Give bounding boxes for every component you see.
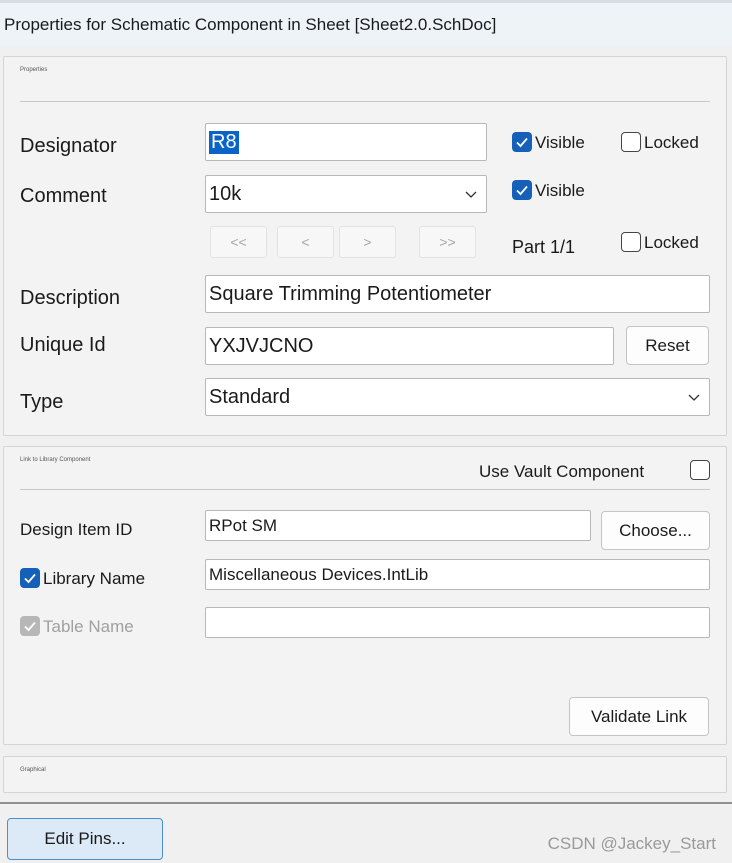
- validate-link-button[interactable]: Validate Link: [569, 697, 709, 736]
- designator-visible-label: Visible: [535, 133, 585, 152]
- part-first-button[interactable]: <<: [210, 226, 267, 258]
- unique-id-label: Unique Id: [20, 334, 106, 356]
- library-name-label: Library Name: [43, 569, 146, 588]
- choose-button[interactable]: Choose...: [601, 511, 710, 550]
- comment-label: Comment: [20, 185, 107, 207]
- library-link-group-title: Link to Library Component: [20, 457, 91, 463]
- properties-group-title: Properties: [20, 67, 48, 73]
- title-bar: Properties for Schematic Component in Sh…: [0, 0, 732, 46]
- type-label: Type: [20, 391, 64, 413]
- comment-visible-label: Visible: [535, 181, 585, 200]
- part-prev-button[interactable]: <: [277, 226, 334, 258]
- library-name-input[interactable]: Miscellaneous Devices.IntLib: [205, 559, 710, 590]
- chevron-down-icon: [465, 191, 477, 198]
- design-item-id-value: RPot SM: [209, 515, 278, 535]
- unique-id-input[interactable]: YXJVJCNO: [205, 327, 614, 365]
- edit-pins-button[interactable]: Edit Pins...: [7, 818, 163, 860]
- comment-value: 10k: [209, 182, 242, 205]
- part-locked-label: Locked: [644, 233, 699, 252]
- part-locked-checkbox[interactable]: [621, 232, 641, 252]
- library-link-divider: [20, 489, 710, 490]
- library-name-value: Miscellaneous Devices.IntLib: [209, 564, 429, 584]
- type-value: Standard: [209, 385, 291, 408]
- library-name-checkbox[interactable]: [20, 568, 40, 588]
- designator-locked-checkbox[interactable]: [621, 132, 641, 152]
- part-last-button[interactable]: >>: [419, 226, 476, 258]
- chevron-down-icon: [688, 394, 700, 401]
- comment-dropdown[interactable]: 10k: [205, 175, 487, 213]
- part-next-button[interactable]: >: [339, 226, 396, 258]
- designator-label: Designator: [20, 135, 117, 157]
- watermark: CSDN @Jackey_Start: [547, 834, 716, 853]
- table-name-input[interactable]: [205, 607, 710, 638]
- use-vault-label: Use Vault Component: [479, 462, 645, 481]
- reset-button[interactable]: Reset: [626, 326, 709, 365]
- use-vault-checkbox[interactable]: [690, 460, 710, 480]
- table-name-label: Table Name: [43, 617, 134, 636]
- comment-visible-checkbox[interactable]: [512, 180, 532, 200]
- designator-visible-checkbox[interactable]: [512, 132, 532, 152]
- part-indicator: Part 1/1: [512, 237, 576, 257]
- properties-divider: [20, 101, 710, 102]
- design-item-id-label: Design Item ID: [20, 520, 133, 539]
- graphical-group: [3, 756, 727, 793]
- unique-id-value: YXJVJCNO: [209, 334, 314, 357]
- footer-divider: [0, 802, 732, 804]
- description-label: Description: [20, 287, 121, 309]
- design-item-id-input[interactable]: RPot SM: [205, 510, 591, 541]
- window-title: Properties for Schematic Component in Sh…: [4, 15, 497, 34]
- designator-value: R8: [209, 130, 239, 154]
- description-input[interactable]: Square Trimming Potentiometer: [205, 275, 710, 313]
- designator-input[interactable]: R8: [205, 123, 487, 161]
- type-dropdown[interactable]: Standard: [205, 378, 710, 416]
- graphical-group-title: Graphical: [20, 767, 46, 773]
- designator-locked-label: Locked: [644, 133, 699, 152]
- table-name-checkbox: [20, 616, 40, 636]
- description-value: Square Trimming Potentiometer: [209, 282, 492, 305]
